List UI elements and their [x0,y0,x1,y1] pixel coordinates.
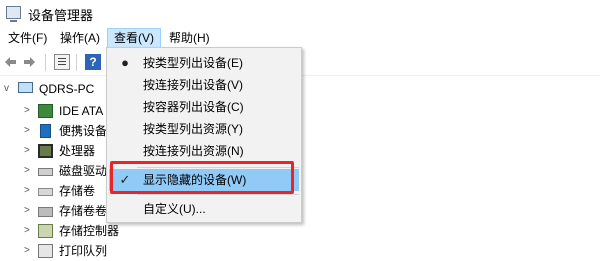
menu-separator [137,194,299,195]
forward-arrow-icon[interactable] [22,54,38,70]
toolbar-divider [76,54,77,71]
menu-item-label: 自定义(U)... [143,202,206,216]
storage-volume-icon [38,188,53,196]
expand-chevron-icon[interactable]: > [24,201,36,221]
tree-item-label: 打印队列 [59,244,108,258]
expand-chevron-icon[interactable]: > [24,161,36,181]
expand-chevron-icon[interactable]: > [24,241,36,261]
menu-bar: 文件(F) 操作(A) 查看(V) 帮助(H) [0,27,600,49]
storage-controller-icon [38,224,53,238]
computer-name: QDRS-PC [39,82,95,96]
printer-icon [38,244,53,258]
tree-item-label: 存储控制器 [59,224,120,238]
menu-item-customize[interactable]: 自定义(U)... [109,198,299,220]
menu-item-resources-by-connection[interactable]: 按连接列出资源(N) [109,140,299,162]
tree-item-label: 处理器 [59,144,96,158]
menu-item-devices-by-type[interactable]: ● 按类型列出设备(E) [109,52,299,74]
help-icon[interactable]: ? [85,54,101,70]
toolbar-divider [45,54,46,71]
tree-item-label: 存储卷卷 [59,204,108,218]
ide-controller-icon [38,104,53,118]
radio-bullet-icon: ● [121,55,129,70]
storage-volume-shadow-icon [38,207,53,217]
collapse-chevron-icon[interactable]: v [4,79,16,99]
annotation-highlight-box [110,161,294,194]
expand-chevron-icon[interactable]: > [24,181,36,201]
tree-item-label: 便携设备 [59,124,108,138]
back-arrow-icon[interactable] [2,54,18,70]
menu-item-label: 按容器列出设备(C) [143,100,244,114]
disk-drive-icon [38,168,53,176]
menu-item-label: 按连接列出资源(N) [143,144,244,158]
menu-file[interactable]: 文件(F) [2,29,53,47]
computer-icon [18,82,33,93]
menu-item-label: 按类型列出设备(E) [143,56,243,70]
properties-icon[interactable] [54,54,70,70]
expand-chevron-icon[interactable]: > [24,101,36,121]
menu-item-label: 按连接列出设备(V) [143,78,243,92]
menu-item-label: 按类型列出资源(Y) [143,122,243,136]
tree-item-label: IDE ATA [59,104,104,118]
menu-help[interactable]: 帮助(H) [163,29,216,47]
menu-item-devices-by-container[interactable]: 按容器列出设备(C) [109,96,299,118]
menu-action[interactable]: 操作(A) [54,29,106,47]
processor-icon [38,144,53,158]
portable-device-icon [40,124,51,138]
expand-chevron-icon[interactable]: > [24,141,36,161]
tree-item-label: 磁盘驱动 [59,164,108,178]
title-bar: 设备管理器 [0,0,600,26]
window-title: 设备管理器 [28,8,94,23]
menu-view[interactable]: 查看(V) [107,28,161,48]
expand-chevron-icon[interactable]: > [24,221,36,241]
view-menu-dropdown: ● 按类型列出设备(E) 按连接列出设备(V) 按容器列出设备(C) 按类型列出… [106,47,302,223]
menu-item-resources-by-type[interactable]: 按类型列出资源(Y) [109,118,299,140]
tree-item-label: 存储卷 [59,184,96,198]
menu-item-devices-by-connection[interactable]: 按连接列出设备(V) [109,74,299,96]
expand-chevron-icon[interactable]: > [24,121,36,141]
device-manager-icon [6,6,21,22]
